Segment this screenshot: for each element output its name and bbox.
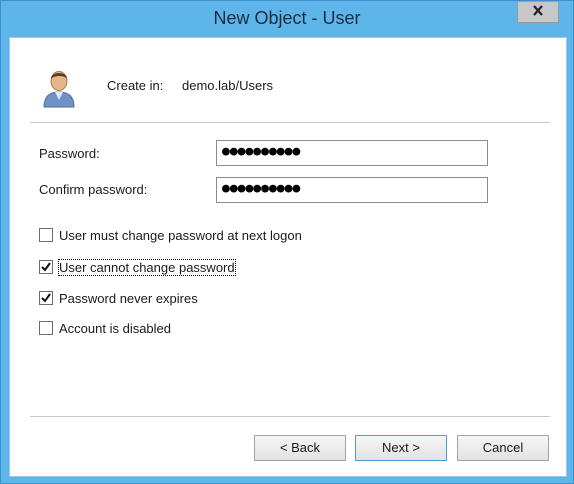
- create-in-value: demo.lab/Users: [182, 78, 274, 93]
- close-button[interactable]: [517, 2, 559, 23]
- checkbox[interactable]: [39, 291, 53, 305]
- checkbox[interactable]: [39, 260, 53, 274]
- header-divider: [30, 122, 550, 123]
- option-password-never-expires[interactable]: Password never expires: [39, 289, 198, 307]
- option-label: User cannot change password: [58, 258, 236, 276]
- option-label: User must change password at next logon: [59, 227, 302, 243]
- checkmark-icon: [41, 293, 51, 303]
- next-button[interactable]: Next >: [355, 435, 447, 461]
- checkmark-icon: [41, 262, 51, 272]
- window-title: New Object - User: [213, 8, 361, 28]
- checkbox[interactable]: [39, 228, 53, 242]
- user-icon: [40, 66, 78, 108]
- checkbox[interactable]: [39, 321, 53, 335]
- option-account-disabled[interactable]: Account is disabled: [39, 319, 171, 337]
- create-in-label: Create in:: [107, 78, 164, 93]
- option-cannot-change-password[interactable]: User cannot change password: [39, 258, 236, 276]
- option-label: Account is disabled: [59, 320, 172, 336]
- option-must-change-password[interactable]: User must change password at next logon: [39, 226, 302, 244]
- option-label: Password never expires: [59, 290, 198, 306]
- confirm-password-label: Confirm password:: [39, 182, 148, 197]
- password-label: Password:: [39, 146, 100, 161]
- close-icon: [532, 3, 544, 21]
- dialog-body: Create in: demo.lab/Users Password: ●●●●…: [9, 37, 567, 477]
- dialog-window: New Object - User Create in: demo.lab/Us…: [0, 0, 574, 484]
- back-button[interactable]: < Back: [254, 435, 346, 461]
- password-field[interactable]: ●●●●●●●●●●: [216, 140, 488, 166]
- footer-divider: [30, 416, 550, 417]
- confirm-password-field[interactable]: ●●●●●●●●●●: [216, 177, 488, 203]
- title-bar[interactable]: New Object - User: [1, 1, 573, 37]
- cancel-button[interactable]: Cancel: [457, 435, 549, 461]
